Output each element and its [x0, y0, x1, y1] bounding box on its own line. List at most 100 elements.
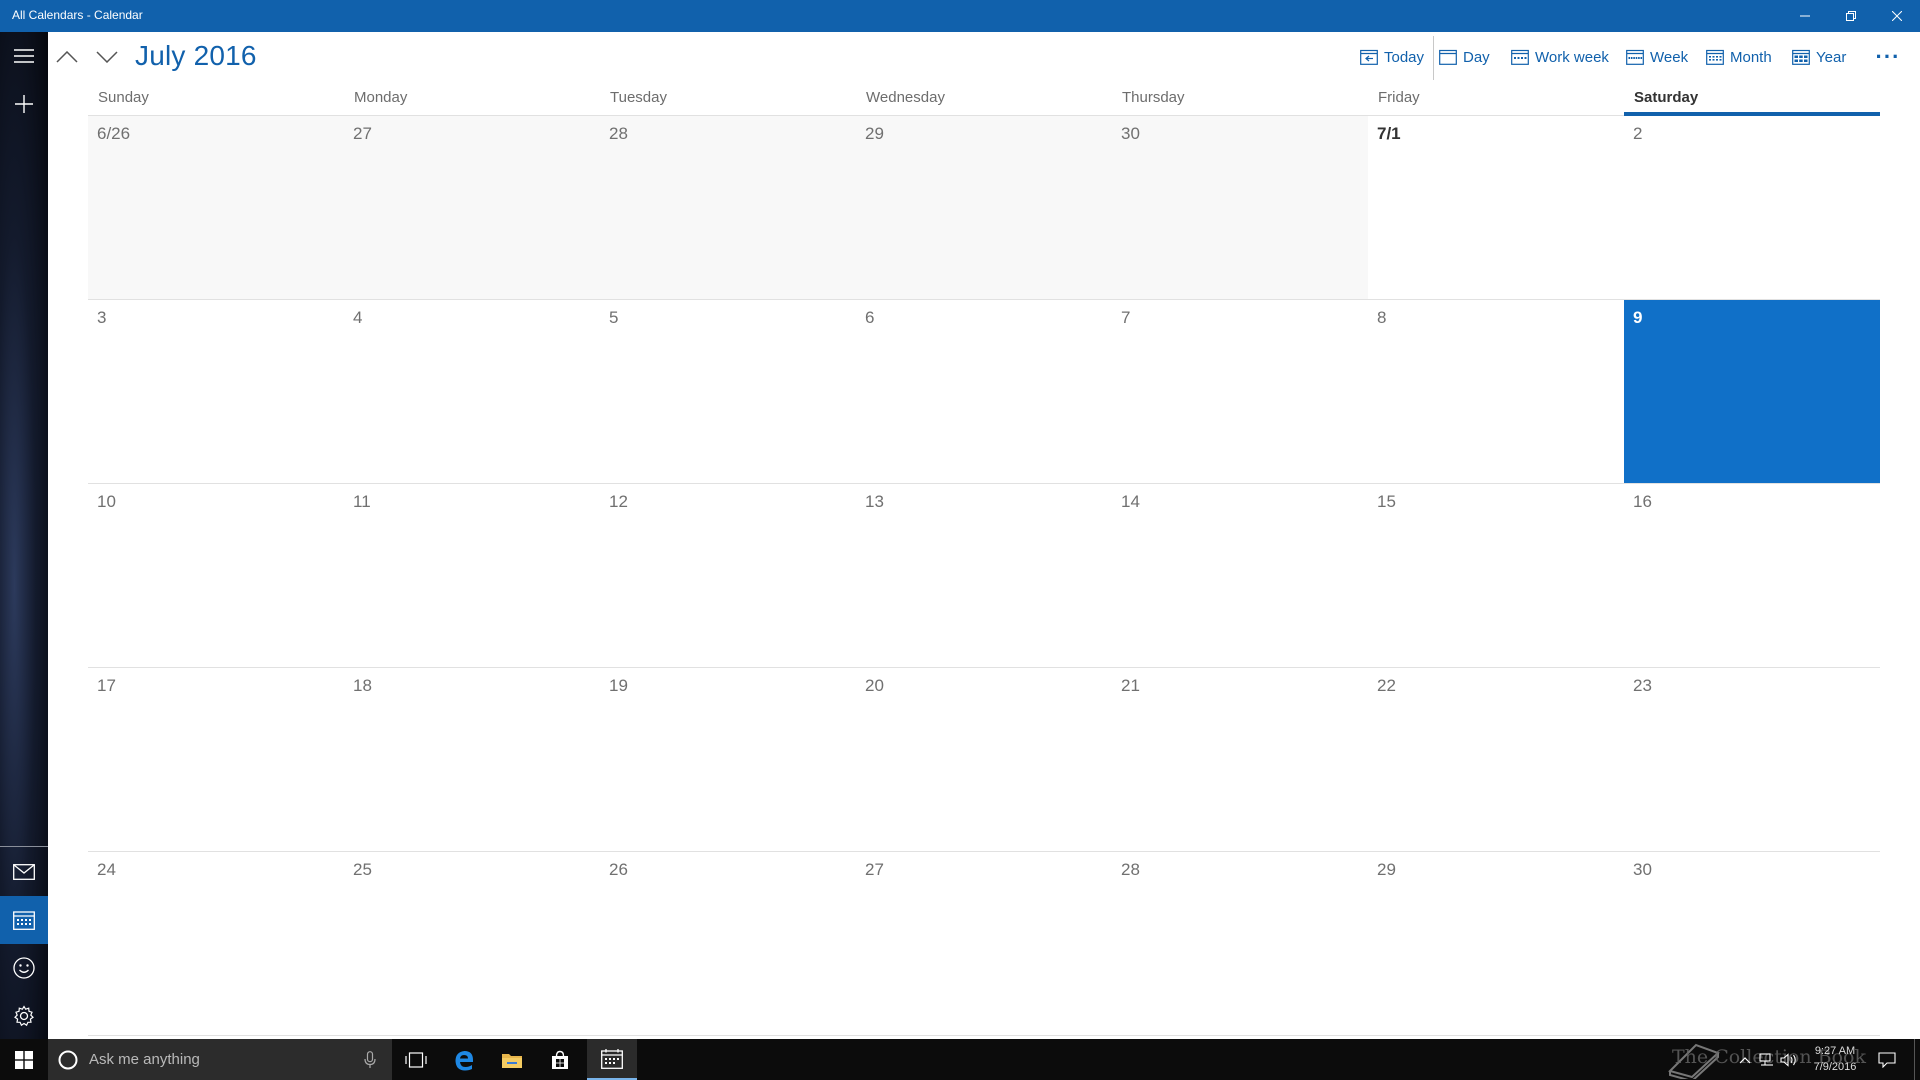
day-cell[interactable]: 15: [1368, 484, 1624, 668]
day-cell[interactable]: 27: [344, 116, 600, 300]
calendar-button[interactable]: [0, 896, 48, 944]
day-number: 9: [1633, 308, 1643, 327]
day-cell[interactable]: 3: [88, 300, 344, 484]
day-number: 19: [609, 676, 628, 695]
day-cell[interactable]: 22: [1368, 668, 1624, 852]
day-number: 30: [1633, 860, 1652, 879]
month-grid: 6/26 27 28 29 30 7/1 2 3 4 5 6 7 8 9 10 11 12 13 14 15 16 17 1…: [88, 116, 1880, 1036]
file-explorer-button[interactable]: [488, 1039, 536, 1080]
microphone-icon: [364, 1051, 376, 1068]
show-hidden-icons-button[interactable]: [1734, 1039, 1756, 1080]
restore-button[interactable]: [1828, 0, 1874, 32]
new-event-button[interactable]: [0, 80, 48, 128]
day-cell[interactable]: 29: [1368, 852, 1624, 1036]
day-number: 18: [353, 676, 372, 695]
day-cell[interactable]: 28: [1112, 852, 1368, 1036]
work-week-view-button[interactable]: Work week: [1511, 44, 1609, 70]
day-cell[interactable]: 19: [600, 668, 856, 852]
window-title: All Calendars - Calendar: [12, 8, 143, 22]
day-number: 11: [353, 492, 371, 511]
action-center-button[interactable]: [1872, 1039, 1902, 1080]
day-cell[interactable]: 24: [88, 852, 344, 1036]
day-cell[interactable]: 6: [856, 300, 1112, 484]
month-title[interactable]: July 2016: [135, 40, 257, 72]
day-number: 21: [1121, 676, 1140, 695]
day-number: 16: [1633, 492, 1652, 511]
day-cell[interactable]: 30: [1624, 852, 1880, 1036]
day-view-button[interactable]: Day: [1439, 44, 1490, 70]
day-cell[interactable]: 28: [600, 116, 856, 300]
day-number: 7: [1121, 308, 1131, 327]
day-cell[interactable]: 23: [1624, 668, 1880, 852]
day-number: 28: [1121, 860, 1140, 879]
settings-button[interactable]: [0, 992, 48, 1040]
day-cell[interactable]: 29: [856, 116, 1112, 300]
day-cell[interactable]: 12: [600, 484, 856, 668]
search-placeholder: Ask me anything: [89, 1051, 200, 1068]
calendar-icon: [13, 911, 35, 930]
day-number: 5: [609, 308, 619, 327]
clock-date: 7/9/2016: [1813, 1061, 1857, 1073]
cortana-search-box[interactable]: Ask me anything: [48, 1039, 392, 1080]
day-cell[interactable]: 10: [88, 484, 344, 668]
hamburger-icon: [14, 49, 34, 63]
day-cell[interactable]: 16: [1624, 484, 1880, 668]
previous-month-button[interactable]: [52, 42, 82, 72]
day-cell[interactable]: 25: [344, 852, 600, 1036]
day-cell[interactable]: 8: [1368, 300, 1624, 484]
feedback-button[interactable]: [0, 944, 48, 992]
day-cell[interactable]: 14: [1112, 484, 1368, 668]
day-number: 25: [353, 860, 372, 879]
day-number: 12: [609, 492, 628, 511]
minimize-button[interactable]: [1782, 0, 1828, 32]
month-view-button[interactable]: Month: [1706, 44, 1772, 70]
edge-browser-button[interactable]: [440, 1039, 488, 1080]
mail-button[interactable]: [0, 848, 48, 896]
day-number: 15: [1377, 492, 1396, 511]
day-cell[interactable]: 18: [344, 668, 600, 852]
day-number: 14: [1121, 492, 1140, 511]
chevron-up-icon: [56, 51, 78, 63]
clock[interactable]: 9:27 AM 7/9/2016: [1792, 1043, 1878, 1075]
today-button[interactable]: Today: [1360, 44, 1424, 70]
week-view-button[interactable]: Week: [1626, 44, 1688, 70]
day-number: 26: [609, 860, 628, 879]
year-view-button[interactable]: Year: [1792, 44, 1846, 70]
hamburger-menu-button[interactable]: [0, 32, 48, 80]
day-cell[interactable]: 7/1: [1368, 116, 1624, 300]
more-options-icon: ···: [1875, 44, 1901, 69]
day-cell[interactable]: 17: [88, 668, 344, 852]
calendar-header: July 2016 Today Day Work week Week Month…: [48, 32, 1920, 82]
day-cell[interactable]: 2: [1624, 116, 1880, 300]
more-options-button[interactable]: ···: [1870, 42, 1906, 72]
work-week-icon: [1511, 49, 1529, 65]
day-cell-today[interactable]: 9: [1624, 300, 1880, 484]
day-cell[interactable]: 11: [344, 484, 600, 668]
day-cell[interactable]: 4: [344, 300, 600, 484]
start-button[interactable]: [0, 1039, 48, 1080]
day-cell[interactable]: 7: [1112, 300, 1368, 484]
show-desktop-button[interactable]: [1914, 1039, 1920, 1080]
network-button[interactable]: [1756, 1039, 1778, 1080]
month-view-icon: [1706, 49, 1724, 65]
month-view-label: Month: [1730, 48, 1772, 66]
next-month-button[interactable]: [92, 42, 122, 72]
day-number: 8: [1377, 308, 1387, 327]
day-cell[interactable]: 13: [856, 484, 1112, 668]
task-view-button[interactable]: [392, 1039, 440, 1080]
store-button[interactable]: [536, 1039, 584, 1080]
rail-divider: [0, 846, 48, 847]
day-cell[interactable]: 27: [856, 852, 1112, 1036]
day-cell[interactable]: 6/26: [88, 116, 344, 300]
work-week-view-label: Work week: [1535, 48, 1609, 66]
day-cell[interactable]: 21: [1112, 668, 1368, 852]
close-button[interactable]: [1874, 0, 1920, 32]
network-icon: [1759, 1052, 1773, 1066]
day-cell[interactable]: 30: [1112, 116, 1368, 300]
day-cell[interactable]: 26: [600, 852, 856, 1036]
week-view-icon: [1626, 49, 1644, 65]
day-cell[interactable]: 5: [600, 300, 856, 484]
day-number: 20: [865, 676, 884, 695]
day-cell[interactable]: 20: [856, 668, 1112, 852]
calendar-taskbar-button[interactable]: [587, 1039, 637, 1080]
